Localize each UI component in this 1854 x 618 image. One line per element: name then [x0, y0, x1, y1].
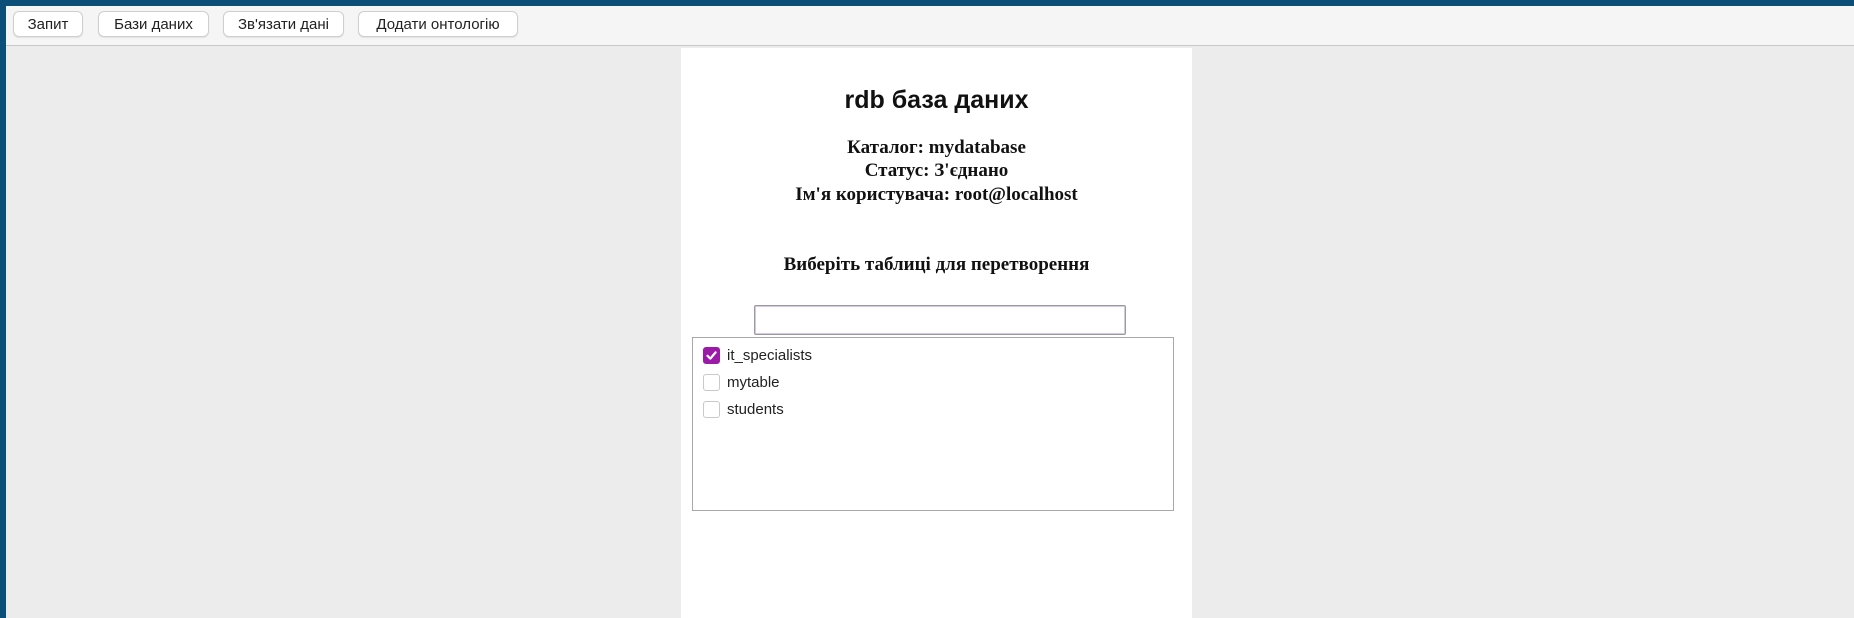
tables-list[interactable]: it_specialists mytable students: [692, 337, 1174, 511]
list-item[interactable]: it_specialists: [703, 344, 812, 366]
checkbox[interactable]: [703, 373, 720, 391]
status-label: Статус: З'єднано: [864, 160, 1009, 181]
database-panel: rdb база даних Каталог: mydatabase Стату…: [681, 48, 1192, 618]
checkbox[interactable]: [703, 400, 720, 418]
list-item[interactable]: mytable: [703, 371, 780, 393]
username-label: Ім'я користувача: root@localhost: [795, 184, 1078, 205]
table-filter-input[interactable]: [754, 305, 1126, 335]
link-data-button[interactable]: Зв'язати дані: [223, 11, 344, 37]
checkmark-icon: [706, 350, 717, 360]
select-tables-heading: Виберіть таблиці для перетворення: [783, 254, 1090, 275]
table-name: mytable: [727, 373, 780, 391]
list-item[interactable]: students: [703, 398, 784, 420]
table-name: students: [727, 400, 784, 418]
toolbar: Запит Бази даних Зв'язати дані Додати он…: [6, 6, 1854, 46]
add-ontology-button[interactable]: Додати онтологію: [358, 11, 518, 37]
table-name: it_specialists: [727, 346, 813, 364]
app-window: Запит Бази даних Зв'язати дані Додати он…: [6, 6, 1854, 618]
page-title: rdb база даних: [844, 86, 1029, 114]
query-button[interactable]: Запит: [13, 11, 83, 37]
checkbox-checked[interactable]: [703, 346, 720, 364]
catalog-label: Каталог: mydatabase: [847, 137, 1026, 158]
databases-button[interactable]: Бази даних: [98, 11, 209, 37]
